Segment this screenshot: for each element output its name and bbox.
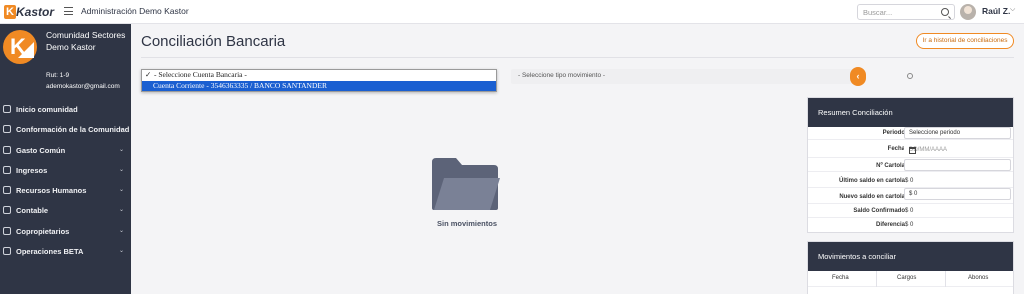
- building-icon: [3, 125, 11, 134]
- coins-icon: [3, 165, 11, 174]
- id-card-icon: [3, 186, 11, 195]
- ledger-icon: [3, 206, 11, 215]
- ultimo-saldo-row: Último saldo en cartola $ 0: [808, 175, 1013, 188]
- divider: [141, 57, 1014, 58]
- sidebar-item-label: Conformación de la Comunidad: [16, 125, 130, 135]
- collapse-panel-button[interactable]: ‹: [850, 67, 866, 86]
- avatar[interactable]: [960, 4, 976, 20]
- page-title: Conciliación Bancaria: [141, 33, 286, 50]
- field-label: Fecha: [887, 146, 905, 152]
- sidebar-item-contable[interactable]: Contable ⌄: [0, 201, 131, 221]
- sidebar: K Comunidad Sectores Demo Kastor Rut: 1-…: [0, 24, 131, 294]
- movimientos-panel: Movimientos a conciliar Fecha Cargos Abo…: [807, 241, 1014, 294]
- column-header: Abonos: [968, 275, 989, 281]
- search-icon[interactable]: [941, 8, 949, 16]
- tipo-movimiento-value: - Seleccione tipo movimiento -: [518, 72, 606, 79]
- field-label: Saldo Confirmado: [853, 208, 905, 214]
- account-select-dropdown[interactable]: ✓ - Seleccione Cuenta Bancaria - Cuenta C…: [141, 69, 497, 92]
- logo-text: Kastor: [16, 5, 55, 19]
- nuevo-saldo-input[interactable]: $ 0: [904, 188, 1011, 200]
- top-bar: K Kastor Administración Demo Kastor Busc…: [0, 0, 1024, 24]
- check-icon: ✓: [145, 70, 152, 79]
- sidebar-item-label: Copropietarios: [16, 226, 70, 236]
- column-header: Fecha: [832, 275, 849, 281]
- sidebar-item-ingresos[interactable]: Ingresos ⌄: [0, 161, 131, 181]
- fecha-input[interactable]: DD/MM/AAAA: [904, 144, 1011, 156]
- periodo-select[interactable]: Seleccione periodo: [904, 127, 1011, 139]
- search-placeholder: Buscar...: [863, 8, 893, 17]
- chevron-down-icon: ⌄: [119, 146, 125, 153]
- sidebar-nav: Inicio comunidad Conformación de la Comu…: [0, 100, 131, 262]
- sidebar-item-recursos-humanos[interactable]: Recursos Humanos ⌄: [0, 181, 131, 201]
- field-value: $ 0: [905, 208, 914, 214]
- community-rut: Rut: 1-9: [46, 72, 70, 79]
- sidebar-item-gasto-comun[interactable]: Gasto Común ⌄: [0, 141, 131, 161]
- sidebar-item-label: Operaciones BETA: [16, 247, 84, 257]
- community-logo: K: [3, 30, 37, 64]
- chevron-down-icon: ⌄: [119, 187, 125, 194]
- cartola-row: Nº Cartola: [808, 159, 1013, 172]
- fecha-row: Fecha DD/MM/AAAA: [808, 142, 1013, 158]
- chevron-down-icon: ⌄: [119, 227, 125, 234]
- chevron-down-icon: ⌄: [119, 126, 125, 133]
- user-menu-chevron-icon[interactable]: ⌵: [1010, 6, 1015, 14]
- logo-mark: K: [4, 5, 16, 19]
- sidebar-item-label: Gasto Común: [16, 145, 66, 155]
- sidebar-item-label: Contable: [16, 206, 49, 216]
- periodo-row: Periodo Seleccione periodo: [808, 127, 1013, 140]
- sidebar-item-label: Inicio comunidad: [16, 105, 78, 114]
- history-button[interactable]: Ir a historial de conciliaciones: [916, 33, 1014, 49]
- field-label: Último saldo en cartola: [838, 178, 905, 184]
- sidebar-item-label: Ingresos: [16, 165, 48, 175]
- sidebar-item-label: Recursos Humanos: [16, 186, 87, 196]
- sidebar-item-operaciones-beta[interactable]: Operaciones BETA ⌄: [0, 242, 131, 262]
- users-icon: [3, 226, 11, 235]
- field-label: Diferencia: [875, 222, 905, 228]
- empty-folder-icon: [432, 158, 500, 210]
- field-value: $ 0: [905, 178, 914, 184]
- column-divider: [876, 271, 877, 287]
- diferencia-row: Diferencia $ 0: [808, 219, 1013, 232]
- panel-title: Resumen Conciliación: [808, 98, 1013, 127]
- empty-state-text: Sin movimientos: [437, 219, 498, 228]
- app-title: Administración Demo Kastor: [81, 6, 189, 16]
- account-option-label: - Seleccione Cuenta Bancaria -: [154, 70, 247, 79]
- field-value: Seleccione periodo: [909, 130, 961, 136]
- field-label: Periodo: [882, 130, 905, 136]
- layers-icon: [3, 247, 11, 256]
- column-divider: [945, 271, 946, 287]
- field-value: $ 0: [905, 222, 914, 228]
- document-icon: [3, 145, 11, 154]
- resumen-conciliacion-panel: Resumen Conciliación Periodo Seleccione …: [807, 97, 1014, 233]
- chevron-down-icon: ⌄: [119, 166, 125, 173]
- home-icon: [3, 105, 11, 113]
- panel-title: Movimientos a conciliar: [808, 242, 1013, 271]
- nuevo-saldo-row: Nuevo saldo en cartola $ 0: [808, 188, 1013, 204]
- tipo-movimiento-select[interactable]: - Seleccione tipo movimiento -: [511, 69, 854, 84]
- community-email: ademokastor@gmail.com: [46, 83, 120, 90]
- chevron-down-icon: ⌄: [119, 248, 125, 255]
- table-header: Fecha Cargos Abonos: [808, 271, 1013, 287]
- calendar-icon[interactable]: [909, 147, 916, 154]
- menu-toggle-icon[interactable]: [64, 7, 73, 15]
- search-input[interactable]: Buscar...: [857, 4, 955, 20]
- user-name[interactable]: Raúl Z.: [982, 6, 1010, 16]
- community-name: Comunidad Sectores Demo Kastor: [46, 30, 126, 52]
- sidebar-item-copropietarios[interactable]: Copropietarios ⌄: [0, 222, 131, 242]
- account-option[interactable]: ✓ - Seleccione Cuenta Bancaria -: [142, 70, 496, 81]
- column-header: Cargos: [897, 275, 917, 281]
- chevron-down-icon: ⌄: [119, 207, 125, 214]
- account-option-highlighted[interactable]: Cuenta Corriente - 3546363335 / BANCO SA…: [142, 80, 496, 91]
- account-option-label: Cuenta Corriente - 3546363335 / BANCO SA…: [153, 80, 327, 90]
- field-label: Nº Cartola: [876, 163, 905, 169]
- cartola-input[interactable]: [904, 159, 1011, 171]
- sidebar-item-conformacion[interactable]: Conformación de la Comunidad ⌄: [0, 120, 131, 140]
- kastor-logo[interactable]: K Kastor: [4, 3, 58, 21]
- saldo-confirmado-row: Saldo Confirmado $ 0: [808, 205, 1013, 218]
- search-icon[interactable]: [907, 73, 913, 79]
- field-label: Nuevo saldo en cartola: [839, 194, 905, 200]
- sidebar-item-inicio[interactable]: Inicio comunidad: [0, 100, 131, 120]
- field-value: $ 0: [909, 191, 918, 197]
